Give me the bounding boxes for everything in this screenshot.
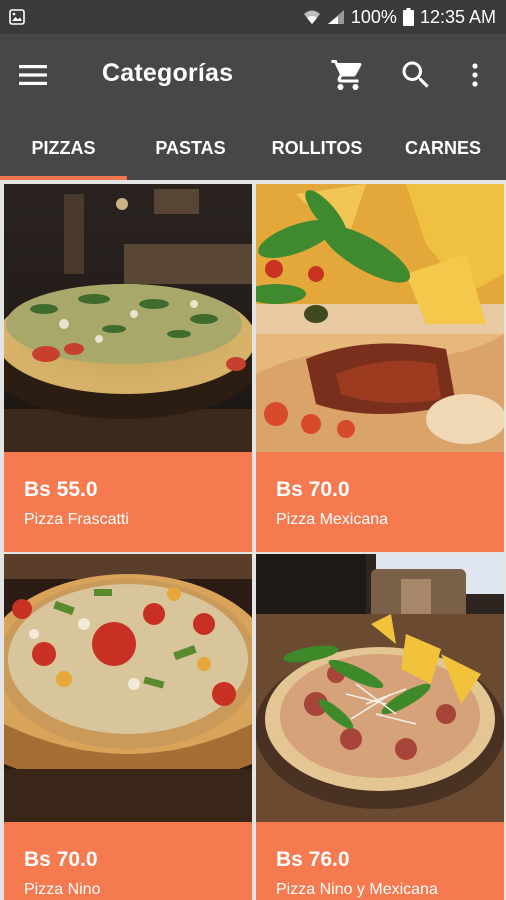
product-photo xyxy=(4,184,252,452)
tab-pizzas[interactable]: PIZZAS xyxy=(0,116,127,180)
product-price: Bs 76.0 xyxy=(276,848,350,871)
product-name: Pizza Frascatti xyxy=(24,511,129,528)
cart-icon[interactable] xyxy=(330,57,366,93)
product-price: Bs 70.0 xyxy=(276,478,350,501)
product-card[interactable]: Bs 70.0 Pizza Mexicana xyxy=(256,184,504,552)
page-title: Categorías xyxy=(102,59,234,87)
tab-label: PIZZAS xyxy=(31,137,96,158)
status-bar: 100% 12:35 AM xyxy=(0,0,506,34)
battery-icon xyxy=(402,8,414,26)
tab-label: ROLLITOS xyxy=(271,137,363,158)
clock-time: 12:35 AM xyxy=(419,6,496,27)
tab-rollitos[interactable]: ROLLITOS xyxy=(254,116,380,180)
product-price: Bs 70.0 xyxy=(24,848,98,871)
menu-icon[interactable] xyxy=(18,61,48,89)
product-card[interactable]: Bs 55.0 Pizza Frascatti xyxy=(4,184,252,552)
product-name: Pizza Nino y Mexicana xyxy=(276,881,438,898)
product-photo xyxy=(256,554,504,822)
signal-icon xyxy=(327,10,344,24)
tab-label: CARNES xyxy=(404,137,481,158)
product-card[interactable]: Bs 76.0 Pizza Nino y Mexicana xyxy=(256,554,504,900)
product-info: Bs 70.0 Pizza Nino xyxy=(4,822,252,900)
image-notification-icon xyxy=(9,9,25,25)
tab-label: PASTAS xyxy=(155,137,226,158)
product-info: Bs 76.0 Pizza Nino y Mexicana xyxy=(256,822,504,900)
product-info: Bs 70.0 Pizza Mexicana xyxy=(256,452,504,552)
app-bar: Categorías xyxy=(0,34,506,116)
more-vert-icon[interactable] xyxy=(462,57,488,93)
wifi-icon xyxy=(303,10,320,24)
product-photo xyxy=(4,554,252,822)
product-grid: Bs 55.0 Pizza Frascatti Bs 70.0 Pizza Me… xyxy=(0,180,506,900)
product-info: Bs 55.0 Pizza Frascatti xyxy=(4,452,252,552)
product-name: Pizza Mexicana xyxy=(276,511,389,528)
tab-carnes[interactable]: CARNES xyxy=(380,116,506,180)
product-price: Bs 55.0 xyxy=(24,478,98,501)
tab-pastas[interactable]: PASTAS xyxy=(127,116,254,180)
product-name: Pizza Nino xyxy=(24,881,101,898)
product-photo xyxy=(256,184,504,452)
search-icon[interactable] xyxy=(398,57,434,93)
product-card[interactable]: Bs 70.0 Pizza Nino xyxy=(4,554,252,900)
battery-percent: 100% xyxy=(350,6,397,27)
category-tabs: PIZZAS PASTAS ROLLITOS CARNES xyxy=(0,116,506,180)
